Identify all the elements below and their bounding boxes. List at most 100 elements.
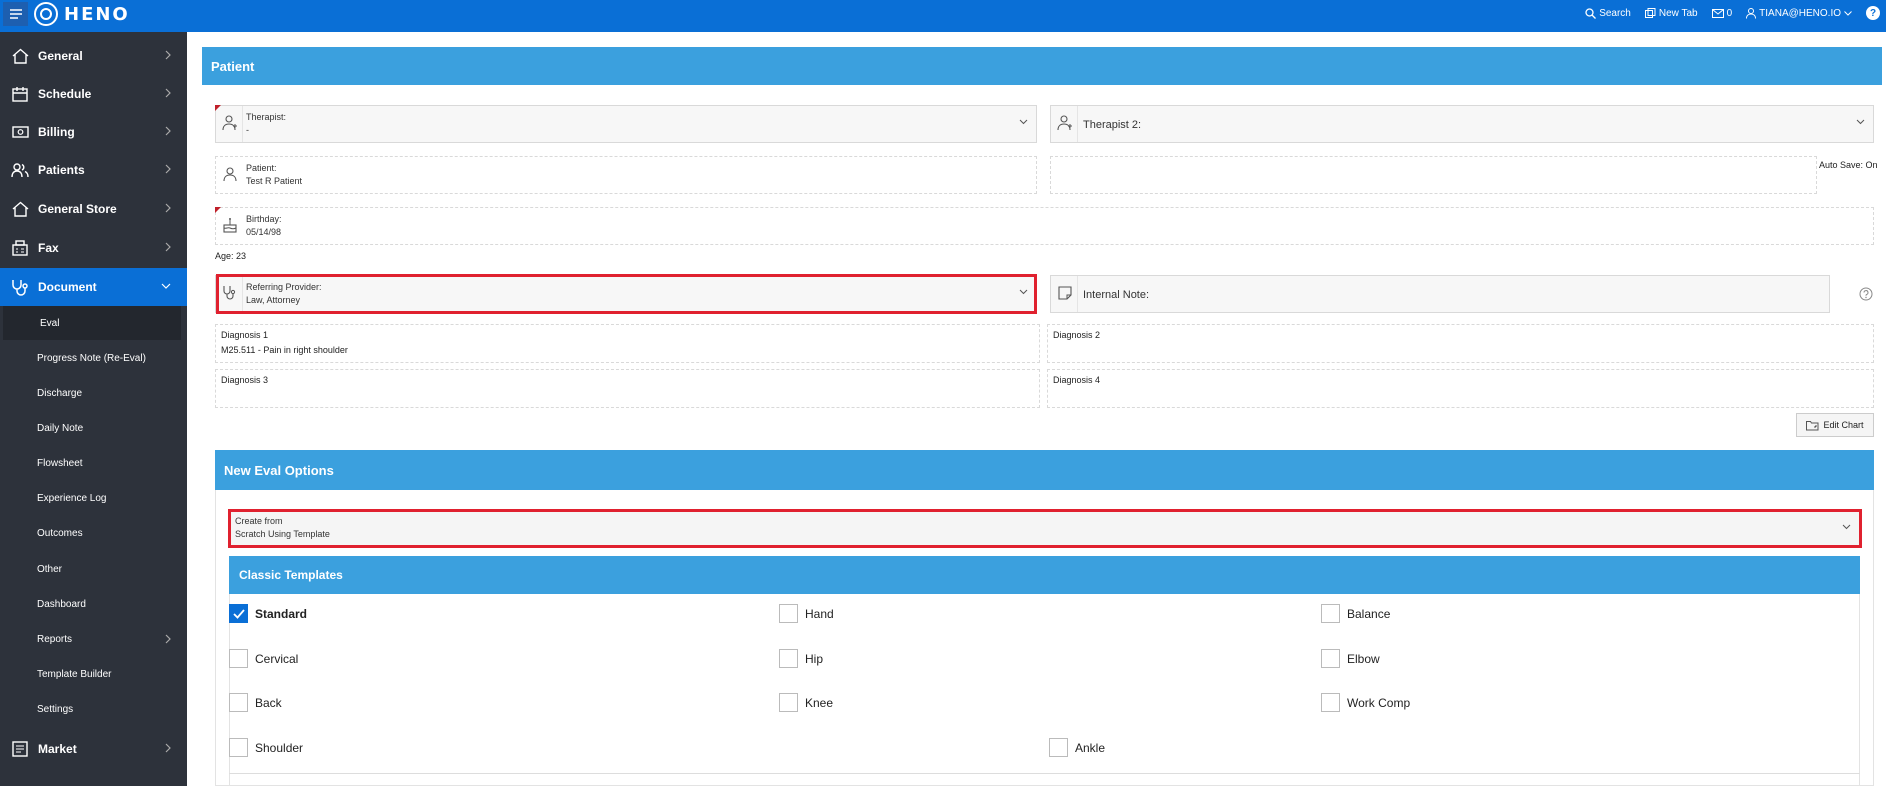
sidebar-subitem-progress-note[interactable]: Progress Note (Re-Eval) (0, 341, 187, 375)
birthday-label: Birthday: (246, 214, 282, 224)
patient-value: Test R Patient (246, 176, 303, 186)
new-eval-title: New Eval Options (224, 462, 334, 478)
panel-title: Patient (211, 58, 255, 74)
sidebar-item-billing[interactable]: Billing (0, 114, 187, 150)
patient-field[interactable]: Patient: Test R Patient (215, 156, 1037, 194)
chevron-right-icon (165, 242, 171, 252)
hamburger-icon (9, 9, 22, 19)
classic-templates-header: Classic Templates (229, 556, 1860, 594)
chevron-down-icon (161, 283, 171, 289)
template-standard-checkbox[interactable]: Standard (229, 604, 307, 623)
help-icon[interactable]: ? (1866, 6, 1880, 20)
checkbox-box (229, 693, 248, 712)
diagnosis-2-field[interactable]: Diagnosis 2 (1047, 324, 1874, 363)
chevron-right-icon (165, 634, 171, 644)
therapist-select[interactable]: Therapist: - (215, 105, 1037, 143)
internal-note-label: Internal Note: (1083, 289, 1150, 301)
referring-provider-select[interactable]: Referring Provider: Law, Attorney (215, 275, 1037, 313)
sidebar-subitem-eval[interactable]: Eval (3, 306, 181, 340)
template-shoulder-checkbox[interactable]: Shoulder (229, 738, 303, 757)
store-icon (10, 199, 30, 219)
referring-provider-value: Law, Attorney (246, 295, 301, 305)
stethoscope-icon (10, 277, 30, 297)
sidebar-subitem-settings[interactable]: Settings (0, 692, 187, 726)
diagnosis-1-field[interactable]: Diagnosis 1 M25.511 - Pain in right shou… (215, 324, 1040, 363)
create-from-select[interactable]: Create from Scratch Using Template (229, 510, 1860, 546)
create-from-value: Scratch Using Template (235, 529, 330, 539)
diagnosis-3-field[interactable]: Diagnosis 3 (215, 369, 1040, 408)
sidebar-subitem-daily-note[interactable]: Daily Note (0, 411, 187, 445)
template-hip-checkbox[interactable]: Hip (779, 649, 823, 668)
sidebar-subitem-experience-log[interactable]: Experience Log (0, 481, 187, 515)
new-tab-button[interactable]: New Tab (1644, 7, 1698, 19)
checkbox-box (1321, 604, 1340, 623)
sidebar-item-schedule[interactable]: Schedule (0, 76, 187, 112)
sidebar-item-fax[interactable]: Fax (0, 230, 187, 266)
template-balance-checkbox[interactable]: Balance (1321, 604, 1390, 623)
sidebar-subitem-label: Template Builder (37, 668, 112, 680)
sidebar-item-patients[interactable]: Patients (0, 152, 187, 188)
help-circle-icon[interactable] (1859, 287, 1873, 301)
sidebar-subitem-label: Discharge (37, 387, 83, 399)
messages-count: 0 (1726, 7, 1733, 19)
sidebar-item-general[interactable]: General (0, 38, 187, 74)
therapist2-select[interactable]: Therapist 2: (1050, 105, 1874, 143)
sidebar-item-document[interactable]: Document (0, 268, 187, 306)
sidebar-subitem-dashboard[interactable]: Dashboard (0, 587, 187, 621)
messages-button[interactable]: 0 (1711, 7, 1733, 19)
fax-icon (10, 238, 30, 258)
sidebar-item-label: Fax (38, 241, 59, 255)
edit-chart-button[interactable]: Edit Chart (1796, 413, 1874, 437)
search-button[interactable]: Search (1585, 8, 1631, 19)
sidebar-item-label: General (38, 49, 83, 63)
menu-toggle-button[interactable] (3, 2, 28, 26)
sidebar-subitem-template-builder[interactable]: Template Builder (0, 657, 187, 691)
template-cervical-checkbox[interactable]: Cervical (229, 649, 298, 668)
users-icon (10, 160, 30, 180)
sidebar-subitem-label: Eval (40, 317, 60, 329)
sidebar-subitem-reports[interactable]: Reports (0, 622, 187, 656)
template-knee-checkbox[interactable]: Knee (779, 693, 833, 712)
sidebar-item-label: General Store (38, 202, 117, 216)
sidebar-subitem-label: Other (37, 563, 63, 575)
template-ankle-checkbox[interactable]: Ankle (1049, 738, 1105, 757)
user-label: TIANA@HENO.IO (1759, 7, 1841, 19)
template-elbow-checkbox[interactable]: Elbow (1321, 649, 1380, 668)
sidebar-subitem-label: Experience Log (37, 492, 107, 504)
template-hand-checkbox[interactable]: Hand (779, 604, 834, 623)
internal-note-field[interactable]: Internal Note: (1050, 275, 1830, 313)
chevron-down-icon (1844, 10, 1852, 16)
sidebar-subitem-discharge[interactable]: Discharge (0, 376, 187, 410)
sidebar-subitem-outcomes[interactable]: Outcomes (0, 516, 187, 550)
template-work-comp-checkbox[interactable]: Work Comp (1321, 693, 1410, 712)
template-label: Balance (1347, 606, 1391, 621)
template-label: Ankle (1075, 740, 1106, 755)
birthday-field[interactable]: Birthday: 05/14/98 (215, 207, 1874, 245)
mail-icon (1711, 8, 1724, 18)
field-divider (1077, 106, 1078, 142)
stethoscope-icon (223, 286, 236, 300)
money-icon (10, 122, 30, 142)
therapist-label: Therapist: (246, 112, 287, 122)
template-label: Work Comp (1347, 695, 1411, 710)
chevron-down-icon (1842, 524, 1851, 530)
note-icon (1058, 286, 1072, 300)
sidebar-subitem-other[interactable]: Other (0, 552, 187, 586)
field-divider (1077, 276, 1078, 312)
sidebar-subitem-label: Reports (37, 633, 73, 645)
sidebar-subitem-flowsheet[interactable]: Flowsheet (0, 446, 187, 480)
sidebar-item-general-store[interactable]: General Store (0, 191, 187, 227)
market-icon (10, 739, 30, 759)
sidebar-item-market[interactable]: Market (0, 731, 187, 767)
required-flag (215, 207, 221, 213)
brand-logo[interactable]: HENO (34, 1, 130, 27)
user-menu-button[interactable]: TIANA@HENO.IO (1746, 7, 1852, 19)
sidebar-subitem-label: Dashboard (37, 598, 86, 610)
sidebar: General Schedule Billing Patients Genera… (0, 32, 187, 786)
template-back-checkbox[interactable]: Back (229, 693, 282, 712)
divider-line (229, 773, 1860, 774)
diagnosis-1-label: Diagnosis 1 (221, 330, 269, 340)
sidebar-item-label: Billing (38, 125, 75, 139)
template-label: Back (255, 695, 282, 710)
diagnosis-4-field[interactable]: Diagnosis 4 (1047, 369, 1874, 408)
